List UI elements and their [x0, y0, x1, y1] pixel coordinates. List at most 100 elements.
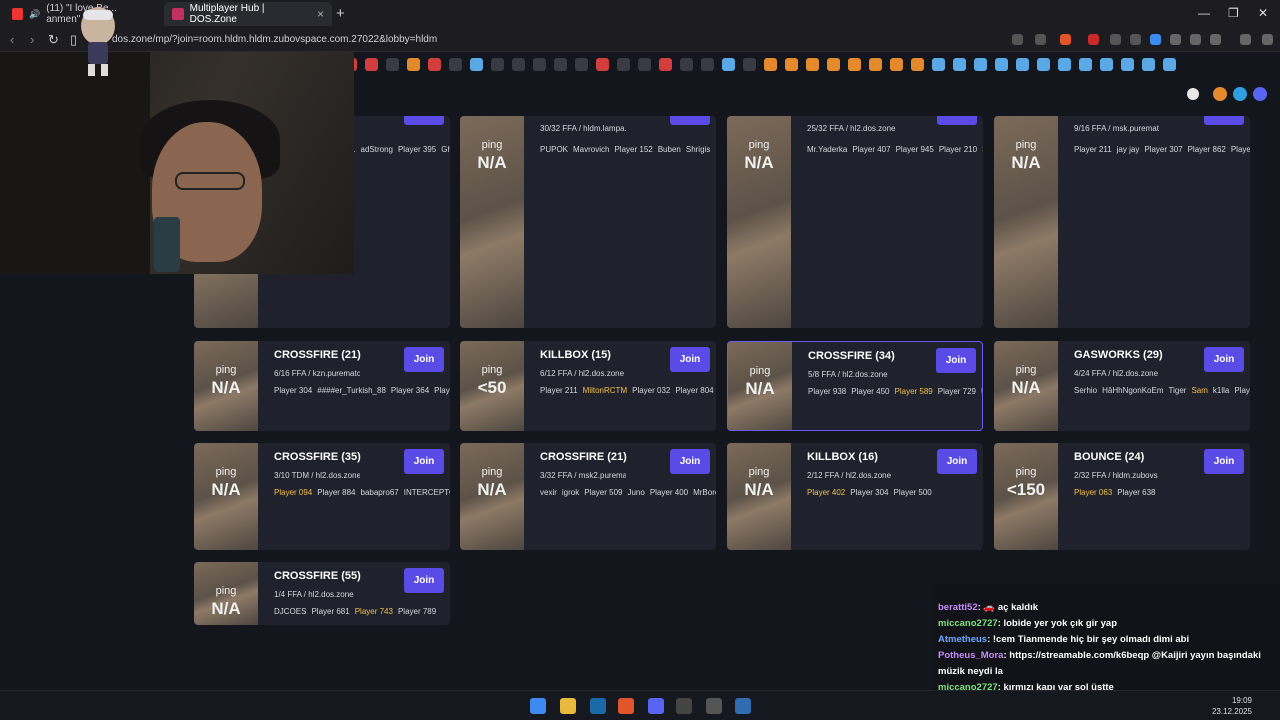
steam-icon[interactable]: [1100, 57, 1113, 71]
url-input[interactable]: dos.zone/mp/?join=room.hldm.hldm.zubovsp…: [112, 34, 437, 45]
join-button[interactable]: Join: [1204, 449, 1244, 474]
start-icon[interactable]: [530, 698, 546, 714]
join-button[interactable]: [1204, 116, 1244, 125]
obs-icon[interactable]: [706, 698, 722, 714]
steam-icon[interactable]: [974, 57, 987, 71]
steam-icon[interactable]: [1037, 57, 1050, 71]
join-button[interactable]: [937, 116, 977, 125]
join-button[interactable]: Join: [404, 449, 444, 474]
bookmark-icon[interactable]: [512, 57, 525, 71]
bookmark-icon[interactable]: [638, 57, 651, 71]
join-button[interactable]: Join: [670, 449, 710, 474]
steam-icon[interactable]: [1121, 57, 1134, 71]
community-icon[interactable]: [1213, 87, 1227, 101]
cast-icon[interactable]: [1012, 34, 1023, 45]
bookmark-icon[interactable]: [407, 57, 420, 71]
discord-icon[interactable]: [648, 698, 664, 714]
join-button[interactable]: Join: [937, 449, 977, 474]
server-card[interactable]: ping N/A CROSSFIRE (21) Join 6/16 FFA / kzn.…: [194, 341, 450, 431]
minimize-icon[interactable]: —: [1198, 6, 1210, 20]
bookmark-icon[interactable]: [869, 57, 882, 71]
server-card[interactable]: ping N/A GASWORKS (29) Join 4/24 FFA / hl2.d…: [994, 341, 1250, 431]
bookmark-icon[interactable]: [743, 57, 756, 71]
bookmark-icon[interactable]: [491, 57, 504, 71]
reload-icon[interactable]: ↻: [48, 32, 59, 48]
server-card[interactable]: ping N/A CROSSFIRE (35) Join 3/10 TDM / hl2.…: [194, 443, 450, 550]
bookmark-icon[interactable]: [680, 57, 693, 71]
steam-icon[interactable]: [1058, 57, 1071, 71]
join-button[interactable]: Join: [404, 568, 444, 593]
forward-icon[interactable]: ›: [30, 32, 34, 47]
close-icon[interactable]: ×: [317, 7, 324, 21]
steam-icon[interactable]: [932, 57, 945, 71]
bookmark-icon[interactable]: [659, 57, 672, 71]
server-card[interactable]: ping <50 KILLBOX (15) Join 6/12 FFA / hl2.do…: [460, 341, 716, 431]
steam-icon[interactable]: [722, 57, 735, 71]
bookmark-icon[interactable]: [785, 57, 798, 71]
steam-icon[interactable]: [1142, 57, 1155, 71]
server-card[interactable]: ping N/A CROSSFIRE (34) Join 5/8 FFA / hl2.d…: [727, 341, 983, 431]
server-card[interactable]: ping N/A KILLBOX (16) Join 2/12 FFA / hl2.do…: [727, 443, 983, 550]
bookmark-icon[interactable]: [827, 57, 840, 71]
bookmark-icon[interactable]: [617, 57, 630, 71]
app-icon[interactable]: [735, 698, 751, 714]
bookmark-icon[interactable]: [911, 57, 924, 71]
reddit-icon[interactable]: [365, 57, 378, 71]
window-close-icon[interactable]: ✕: [1258, 6, 1268, 20]
bookmark-icon[interactable]: [554, 57, 567, 71]
new-tab-button[interactable]: +: [336, 5, 345, 22]
extension-icon[interactable]: [1170, 34, 1181, 45]
bookmark-icon[interactable]: [470, 57, 483, 71]
extension-icon[interactable]: [1130, 34, 1141, 45]
media-icon[interactable]: [1240, 34, 1251, 45]
join-button[interactable]: [404, 116, 444, 125]
steam-icon[interactable]: [590, 698, 606, 714]
join-button[interactable]: Join: [404, 347, 444, 372]
server-card[interactable]: ping N/A 25/32 FFA / hl2.dos.zone Mr.Yaderk…: [727, 116, 983, 328]
maximize-icon[interactable]: ❐: [1228, 6, 1239, 20]
steam-icon[interactable]: [1163, 57, 1176, 71]
bookmark-icon[interactable]: [806, 57, 819, 71]
bookmark-icon[interactable]: [848, 57, 861, 71]
join-button[interactable]: Join: [936, 348, 976, 373]
bookmark-icon[interactable]: [764, 57, 777, 71]
app-icon[interactable]: [676, 698, 692, 714]
bookmark-icon[interactable]: [890, 57, 903, 71]
server-card[interactable]: ping N/A 30/32 FFA / hldm.lampa. PUPOK Mavro…: [460, 116, 716, 328]
player-name: Player 210: [938, 145, 978, 154]
steam-icon[interactable]: [1079, 57, 1092, 71]
telegram-icon[interactable]: [1233, 87, 1247, 101]
extension-icon[interactable]: [1088, 34, 1099, 45]
theme-toggle-icon[interactable]: [1187, 88, 1199, 100]
system-clock[interactable]: 19:09 23.12.2025: [1212, 695, 1252, 717]
extension-icon[interactable]: [1110, 34, 1121, 45]
server-card[interactable]: ping N/A 9/16 FFA / msk.puremat Player 211 j…: [994, 116, 1250, 328]
bookmark-icon[interactable]: [449, 57, 462, 71]
bookmark-icon[interactable]: [428, 57, 441, 71]
bookmark-icon[interactable]: [533, 57, 546, 71]
steam-icon[interactable]: [995, 57, 1008, 71]
file-explorer-icon[interactable]: [560, 698, 576, 714]
join-button[interactable]: Join: [670, 347, 710, 372]
back-icon[interactable]: ‹: [10, 32, 14, 47]
reddit-icon[interactable]: [596, 57, 609, 71]
bookmark-icon[interactable]: [575, 57, 588, 71]
brave-shield-icon[interactable]: [1060, 34, 1071, 45]
share-icon[interactable]: [1035, 34, 1046, 45]
server-card[interactable]: ping <150 BOUNCE (24) Join 2/32 FFA / hldm.z…: [994, 443, 1250, 550]
join-button[interactable]: [670, 116, 710, 125]
sidebar-icon[interactable]: [1210, 34, 1221, 45]
bookmark-icon[interactable]: [386, 57, 399, 71]
extension-icon[interactable]: [1150, 34, 1161, 45]
steam-icon[interactable]: [953, 57, 966, 71]
steam-icon[interactable]: [1016, 57, 1029, 71]
server-card[interactable]: ping N/A CROSSFIRE (55) Join 1/4 FFA / hl2.d…: [194, 562, 450, 625]
join-button[interactable]: Join: [1204, 347, 1244, 372]
extensions-puzzle-icon[interactable]: [1190, 34, 1201, 45]
folder-icon[interactable]: [701, 57, 714, 71]
brave-icon[interactable]: [618, 698, 634, 714]
tab-dos-zone[interactable]: Multiplayer Hub | DOS.Zone ×: [164, 2, 332, 26]
menu-icon[interactable]: [1262, 34, 1273, 45]
discord-icon[interactable]: [1253, 87, 1267, 101]
server-card[interactable]: ping N/A CROSSFIRE (21) Join 3/32 FFA / msk2…: [460, 443, 716, 550]
